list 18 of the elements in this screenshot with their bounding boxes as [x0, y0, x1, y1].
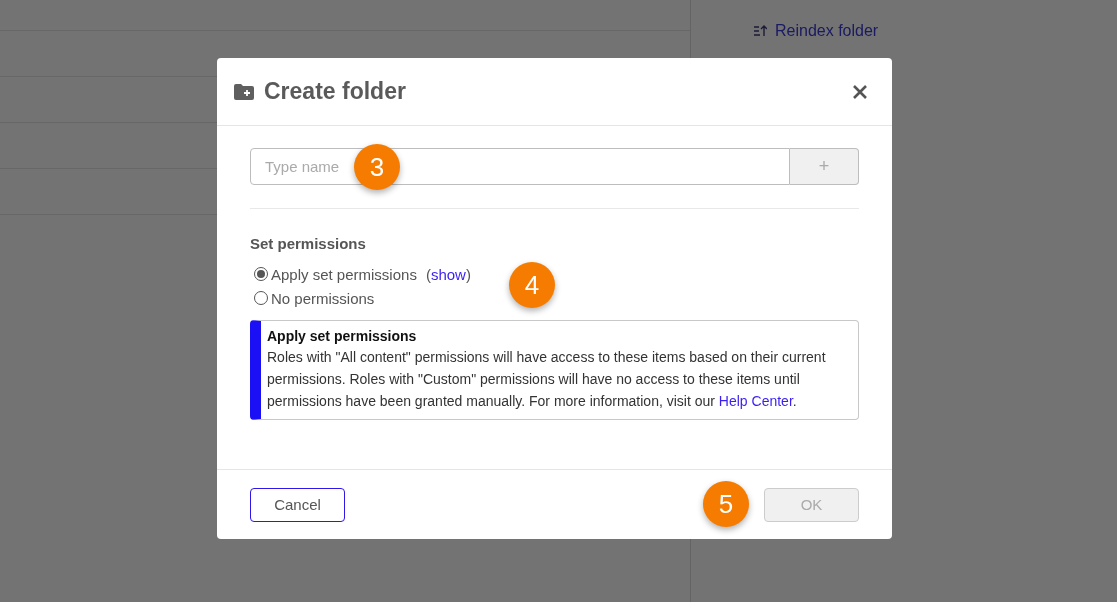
cancel-button[interactable]: Cancel — [250, 487, 345, 522]
option-label: No permissions — [271, 289, 375, 307]
folder-plus-icon — [234, 83, 254, 100]
info-title: Apply set permissions — [267, 328, 418, 344]
help-center-link[interactable]: Help Center — [718, 393, 793, 409]
step-marker: 4 — [509, 262, 555, 308]
section-heading: Set permissions — [250, 235, 367, 252]
option-label: Apply set permissions — [271, 265, 417, 283]
sort-icon — [753, 24, 767, 38]
paren-text: ( — [425, 265, 431, 283]
info-text: Roles with "All content" permissions will have access to these items based on their current permissions. Roles with "Custom" permissions will have no access to these items until permissions have been granted manually. For more information, visit our Help Center. — [267, 348, 827, 411]
step-marker: 3 — [354, 144, 400, 190]
show-link[interactable]: show — [430, 265, 466, 283]
close-icon — [852, 83, 868, 100]
paren-text: ) — [465, 265, 471, 283]
close-button[interactable] — [852, 83, 868, 100]
dialog-title: Create folder — [264, 78, 407, 105]
step-marker: 5 — [703, 481, 749, 527]
